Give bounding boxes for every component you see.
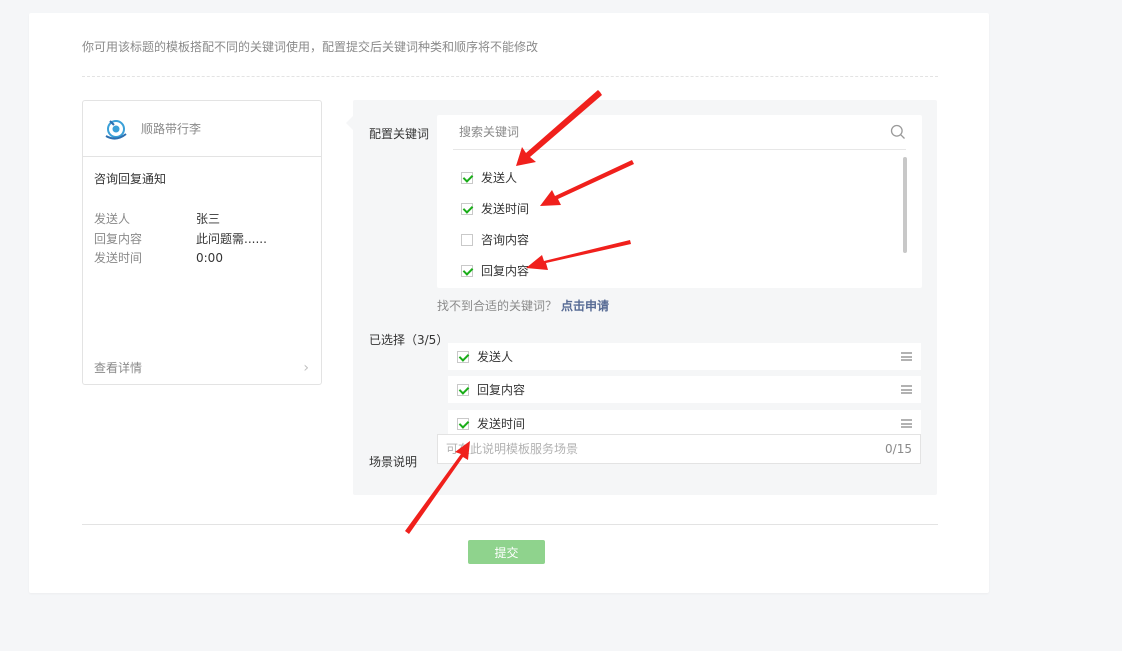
view-details-label: 查看详情: [94, 361, 143, 375]
keyword-option[interactable]: 咨询内容: [461, 224, 529, 255]
char-counter: 0/15: [885, 442, 912, 456]
chevron-right-icon: ›: [303, 359, 309, 376]
checkbox-checked-icon[interactable]: [457, 350, 469, 363]
keyword-search-input[interactable]: [459, 125, 839, 139]
checkbox-checked-icon[interactable]: [457, 417, 469, 430]
checkbox-checked-icon[interactable]: [457, 383, 469, 396]
selected-keyword-label: 回复内容: [477, 383, 526, 397]
account-logo-icon: [105, 119, 127, 140]
template-config-card: 你可用该标题的模板搭配不同的关键词使用，配置提交后关键词种类和顺序将不能修改 顺…: [29, 13, 989, 593]
preview-field-key: 回复内容: [94, 231, 143, 246]
footer-divider: [82, 524, 938, 525]
preview-field-row: 发送时间 0:00: [94, 249, 321, 269]
preview-field-value: 0:00: [196, 251, 223, 265]
selected-keywords-label: 已选择（3/5）: [369, 333, 449, 347]
keyword-config-panel: 配置关键词 发送人 发送时间 咨询: [346, 100, 937, 495]
submit-button[interactable]: 提交: [468, 540, 545, 564]
template-preview-card: 顺路带行李 咨询回复通知 发送人 张三 回复内容 此问题需...... 发送时间…: [82, 100, 322, 385]
selected-keyword-row[interactable]: 发送人: [448, 343, 921, 370]
config-tip-text: 你可用该标题的模板搭配不同的关键词使用，配置提交后关键词种类和顺序将不能修改: [82, 40, 539, 54]
search-icon[interactable]: [890, 124, 906, 140]
selected-keyword-label: 发送人: [477, 350, 514, 364]
preview-field-row: 发送人 张三: [94, 210, 321, 230]
account-name: 顺路带行李: [141, 122, 202, 136]
scene-description-field[interactable]: 0/15: [437, 434, 921, 464]
preview-header: 顺路带行李: [83, 101, 321, 157]
preview-field-value: 此问题需......: [196, 231, 267, 246]
keyword-option-label: 咨询内容: [481, 233, 530, 247]
keyword-search-bar: [453, 115, 906, 150]
not-found-text: 找不到合适的关键词？: [437, 299, 558, 313]
config-keywords-label: 配置关键词: [369, 127, 430, 141]
preview-field-key: 发送时间: [94, 251, 143, 265]
selected-keyword-row[interactable]: 发送时间: [448, 410, 921, 437]
scene-description-label: 场景说明: [369, 455, 418, 469]
checkbox-checked-icon[interactable]: [461, 202, 473, 215]
keyword-list-scrollbar[interactable]: [903, 157, 907, 253]
preview-field-row: 回复内容 此问题需......: [94, 230, 321, 250]
dashed-divider: [82, 76, 938, 77]
preview-title: 咨询回复通知: [94, 172, 167, 186]
keyword-option-label: 发送人: [481, 171, 518, 185]
drag-handle-icon[interactable]: [901, 352, 912, 361]
keyword-not-found-hint: 找不到合适的关键词？ 点击申请: [437, 297, 609, 314]
view-details-link[interactable]: 查看详情 ›: [94, 359, 309, 376]
keyword-option-label: 发送时间: [481, 202, 530, 216]
keyword-option[interactable]: 发送时间: [461, 193, 529, 224]
checkbox-checked-icon[interactable]: [461, 264, 473, 277]
selected-keyword-row[interactable]: 回复内容: [448, 376, 921, 403]
checkbox-unchecked-icon[interactable]: [461, 233, 473, 246]
preview-field-key: 发送人: [94, 212, 131, 226]
drag-handle-icon[interactable]: [901, 419, 912, 428]
keyword-list: 发送人 发送时间 咨询内容 回复内容: [461, 162, 529, 286]
drag-handle-icon[interactable]: [901, 385, 912, 394]
selected-keyword-label: 发送时间: [477, 417, 526, 431]
preview-field-value: 张三: [196, 212, 221, 226]
keyword-option[interactable]: 回复内容: [461, 255, 529, 286]
keyword-option-label: 回复内容: [481, 264, 530, 278]
preview-fields: 发送人 张三 回复内容 此问题需...... 发送时间 0:00: [83, 187, 321, 269]
scene-description-input[interactable]: [446, 442, 846, 456]
checkbox-checked-icon[interactable]: [461, 171, 473, 184]
apply-keyword-link[interactable]: 点击申请: [561, 299, 609, 313]
keyword-picker: 发送人 发送时间 咨询内容 回复内容: [437, 115, 922, 288]
keyword-option[interactable]: 发送人: [461, 162, 529, 193]
panel-pointer: [346, 116, 353, 130]
